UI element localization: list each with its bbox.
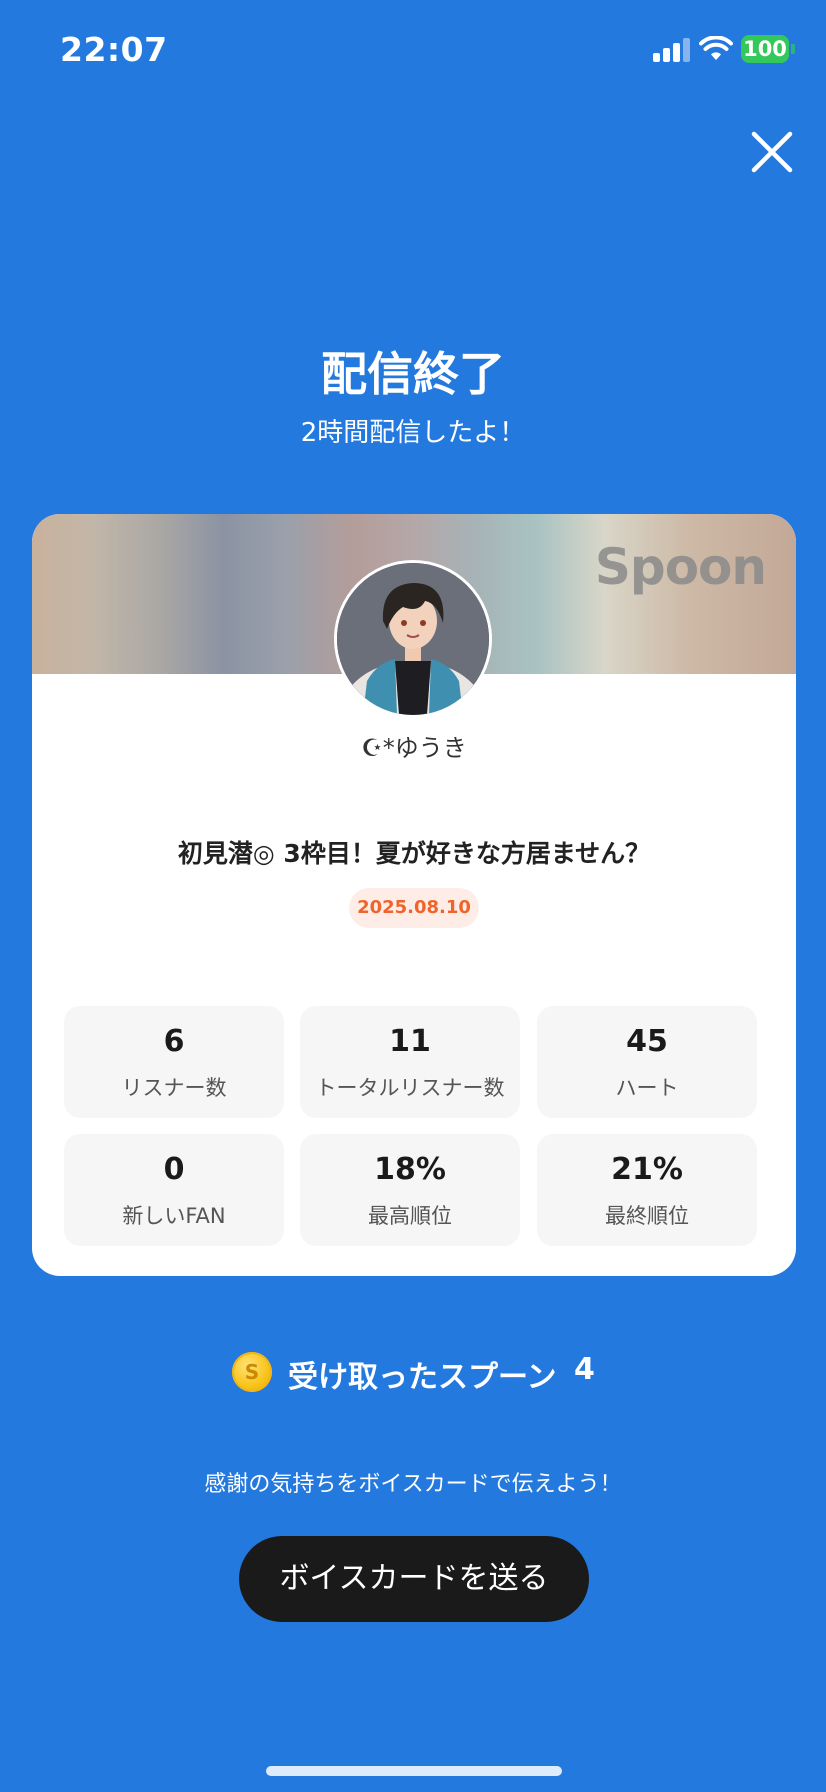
stat-listeners: 6 リスナー数: [64, 1006, 284, 1118]
broadcast-summary-card: Spoon ☪︎*ゆうき 初見潜◎ 3枠目！夏が好きな方居ません？ 2025.0…: [32, 514, 796, 1276]
received-spoons-count: 4: [574, 1352, 595, 1387]
stat-value: 45: [626, 1024, 668, 1059]
home-indicator: [266, 1766, 562, 1776]
host-name: ☪︎*ゆうき: [361, 734, 467, 762]
stat-final-rank: 21% 最終順位: [537, 1134, 757, 1246]
stat-label: 新しいFAN: [122, 1204, 226, 1228]
stat-label: リスナー数: [121, 1076, 227, 1100]
stat-label: 最終順位: [605, 1204, 689, 1228]
status-bar: 22:07 100: [0, 0, 826, 100]
status-time: 22:07: [60, 30, 168, 69]
stat-label: 最高順位: [368, 1204, 452, 1228]
thanks-message: 感謝の気持ちをボイスカードで伝えよう！: [204, 1472, 622, 1497]
stream-title: 初見潜◎ 3枠目！夏が好きな方居ません？: [177, 839, 651, 868]
battery-indicator: 100: [741, 35, 789, 63]
stat-value: 0: [163, 1152, 185, 1187]
stat-value: 18%: [374, 1152, 446, 1187]
stat-label: トータルリスナー数: [315, 1076, 505, 1100]
battery-nub: [791, 44, 795, 54]
stat-highest-rank: 18% 最高順位: [300, 1134, 520, 1246]
stat-label: ハート: [615, 1076, 679, 1100]
page-title: 配信終了: [321, 347, 505, 401]
received-spoons-label: 受け取ったスプーン: [288, 1360, 557, 1395]
stat-total-listeners: 11 トータルリスナー数: [300, 1006, 520, 1118]
date-badge: 2025.08.10: [349, 888, 479, 928]
spoon-logo: Spoon: [594, 538, 767, 596]
send-voice-card-button[interactable]: ボイスカードを送る: [239, 1536, 589, 1622]
stat-value: 6: [163, 1024, 185, 1059]
close-button[interactable]: [748, 128, 796, 176]
close-icon: [751, 131, 793, 173]
spoon-coin-icon: S: [232, 1352, 272, 1392]
avatar: [334, 560, 492, 718]
page-subtitle: 2時間配信したよ！: [300, 418, 526, 448]
stat-hearts: 45 ハート: [537, 1006, 757, 1118]
received-spoons: S 受け取ったスプーン 4: [0, 1350, 826, 1395]
wifi-icon: [699, 36, 733, 60]
cellular-signal-icon: [653, 38, 691, 62]
stat-value: 21%: [611, 1152, 683, 1187]
stat-new-fans: 0 新しいFAN: [64, 1134, 284, 1246]
stat-value: 11: [389, 1024, 431, 1059]
